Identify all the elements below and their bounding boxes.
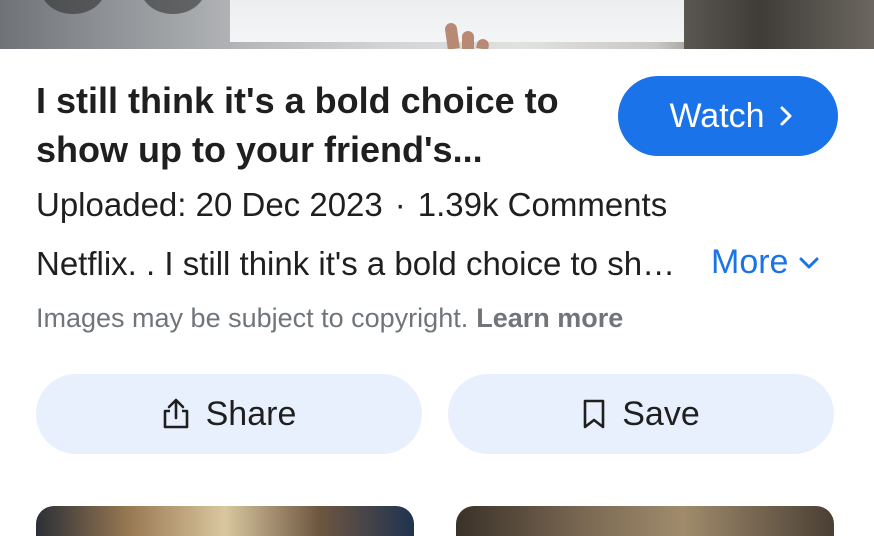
video-description: Netflix. . I still think it's a bold cho…	[36, 245, 684, 282]
video-title[interactable]: I still think it's a bold choice to show…	[36, 76, 586, 174]
thumbnail-hand	[442, 22, 496, 49]
related-thumbnail[interactable]	[456, 506, 834, 536]
more-button-label: More	[711, 243, 789, 281]
comment-count: 1.39k Comments	[417, 186, 668, 223]
watch-button[interactable]: Watch	[618, 76, 838, 156]
related-thumbnail[interactable]	[36, 506, 414, 536]
learn-more-link[interactable]: Learn more	[476, 303, 623, 333]
bookmark-icon	[582, 399, 606, 429]
upload-date: Uploaded: 20 Dec 2023	[36, 186, 383, 223]
more-button[interactable]: More	[711, 243, 820, 282]
share-button[interactable]: Share	[36, 374, 422, 454]
chevron-down-icon	[798, 256, 820, 270]
share-button-label: Share	[205, 394, 297, 433]
video-thumbnail[interactable]	[0, 0, 874, 49]
thumbnail-control-circle	[140, 0, 206, 14]
chevron-right-icon	[779, 105, 793, 127]
watch-button-label: Watch	[669, 96, 765, 135]
meta-separator: ·	[394, 186, 406, 223]
save-button[interactable]: Save	[448, 374, 834, 454]
thumbnail-control-circle	[40, 0, 106, 14]
thumbnail-shadow	[684, 0, 874, 49]
save-button-label: Save	[622, 394, 700, 433]
video-meta: Uploaded: 20 Dec 2023 · 1.39k Comments	[36, 186, 667, 224]
copyright-notice: Images may be subject to copyright. Learn…	[36, 303, 623, 334]
copyright-text: Images may be subject to copyright.	[36, 303, 469, 333]
share-icon	[162, 398, 190, 430]
